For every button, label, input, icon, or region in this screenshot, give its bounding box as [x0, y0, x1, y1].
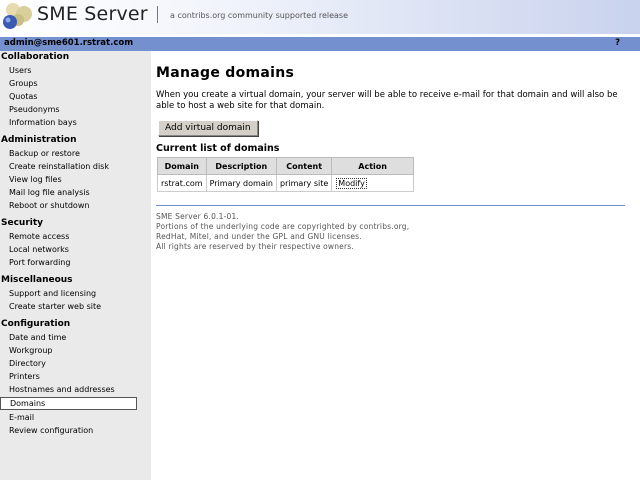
- modify-link[interactable]: Modify: [336, 177, 367, 189]
- cell-domain: rstrat.com: [157, 174, 207, 192]
- main-content: Manage domains When you create a virtual…: [156, 51, 626, 252]
- sidebar-heading: Miscellaneous: [1, 275, 73, 285]
- sidebar-heading: Administration: [1, 135, 77, 145]
- cell-content: primary site: [275, 174, 333, 192]
- sidebar-item-review-config[interactable]: Review configuration: [0, 424, 151, 437]
- tagline: a contribs.org community supported relea…: [170, 11, 348, 20]
- sidebar: Collaboration Users Groups Quotas Pseudo…: [0, 51, 151, 480]
- domains-table: Domain Description Content Action rstrat…: [157, 157, 414, 192]
- divider: [156, 205, 625, 206]
- user-identity: admin@sme601.rstrat.com: [4, 38, 134, 48]
- footer: SME Server 6.0.1-01. Portions of the und…: [156, 212, 626, 252]
- cell-description: Primary domain: [205, 174, 277, 192]
- sidebar-item-port-forwarding[interactable]: Port forwarding: [0, 256, 151, 269]
- footer-line: All rights are reserved by their respect…: [156, 242, 354, 251]
- column-header-description: Description: [205, 157, 277, 175]
- table-header-row: Domain Description Content Action: [157, 157, 414, 175]
- sidebar-heading: Security: [1, 218, 44, 228]
- column-header-domain: Domain: [157, 157, 207, 175]
- sidebar-item-starter-site[interactable]: Create starter web site: [0, 300, 151, 313]
- sidebar-item-information-bays[interactable]: Information bays: [0, 116, 151, 129]
- sidebar-item-local-networks[interactable]: Local networks: [0, 243, 151, 256]
- sidebar-item-pseudonyms[interactable]: Pseudonyms: [0, 103, 151, 116]
- sidebar-item-users[interactable]: Users: [0, 64, 151, 77]
- sidebar-item-backup[interactable]: Backup or restore: [0, 147, 151, 160]
- table-row: rstrat.com Primary domain primary site M…: [157, 174, 414, 192]
- sidebar-item-printers[interactable]: Printers: [0, 370, 151, 383]
- add-virtual-domain-button[interactable]: Add virtual domain: [158, 120, 258, 136]
- brand-title: SME Server: [37, 3, 148, 25]
- help-link[interactable]: ?: [615, 38, 620, 48]
- sme-logo-icon: [3, 3, 32, 29]
- sidebar-item-groups[interactable]: Groups: [0, 77, 151, 90]
- sidebar-item-email[interactable]: E-mail: [0, 411, 151, 424]
- column-header-action: Action: [331, 157, 414, 175]
- sidebar-section-miscellaneous: Miscellaneous Support and licensing Crea…: [0, 274, 151, 313]
- footer-line: Portions of the underlying code are copy…: [156, 222, 410, 231]
- sidebar-item-domains[interactable]: Domains: [0, 397, 137, 410]
- sidebar-section-configuration: Configuration Date and time Workgroup Di…: [0, 318, 151, 437]
- sidebar-section-collaboration: Collaboration Users Groups Quotas Pseudo…: [0, 51, 151, 129]
- footer-line: RedHat, Mitel, and under the GPL and GNU…: [156, 232, 362, 241]
- page-title: Manage domains: [156, 65, 295, 81]
- cell-action: Modify: [331, 174, 414, 192]
- sidebar-item-log-files[interactable]: View log files: [0, 173, 151, 186]
- sidebar-section-administration: Administration Backup or restore Create …: [0, 134, 151, 212]
- sidebar-heading: Configuration: [1, 319, 71, 329]
- sidebar-item-workgroup[interactable]: Workgroup: [0, 344, 151, 357]
- sidebar-item-quotas[interactable]: Quotas: [0, 90, 151, 103]
- intro-text: When you create a virtual domain, your s…: [156, 90, 618, 111]
- sidebar-item-reboot[interactable]: Reboot or shutdown: [0, 199, 151, 212]
- sidebar-item-remote-access[interactable]: Remote access: [0, 230, 151, 243]
- header: SME Server a contribs.org community supp…: [0, 0, 640, 34]
- sidebar-item-hostnames[interactable]: Hostnames and addresses: [0, 383, 151, 396]
- footer-line: SME Server 6.0.1-01.: [156, 212, 240, 221]
- domain-list-title: Current list of domains: [156, 143, 280, 154]
- sidebar-heading: Collaboration: [1, 52, 70, 62]
- brand-separator: [157, 6, 158, 23]
- sidebar-item-directory[interactable]: Directory: [0, 357, 151, 370]
- user-bar: admin@sme601.rstrat.com ?: [0, 37, 640, 51]
- sidebar-item-date-time[interactable]: Date and time: [0, 331, 151, 344]
- sidebar-item-reinstall-disk[interactable]: Create reinstallation disk: [0, 160, 151, 173]
- column-header-content: Content: [275, 157, 333, 175]
- sidebar-item-support[interactable]: Support and licensing: [0, 287, 151, 300]
- sidebar-item-mail-log[interactable]: Mail log file analysis: [0, 186, 151, 199]
- sidebar-section-security: Security Remote access Local networks Po…: [0, 217, 151, 269]
